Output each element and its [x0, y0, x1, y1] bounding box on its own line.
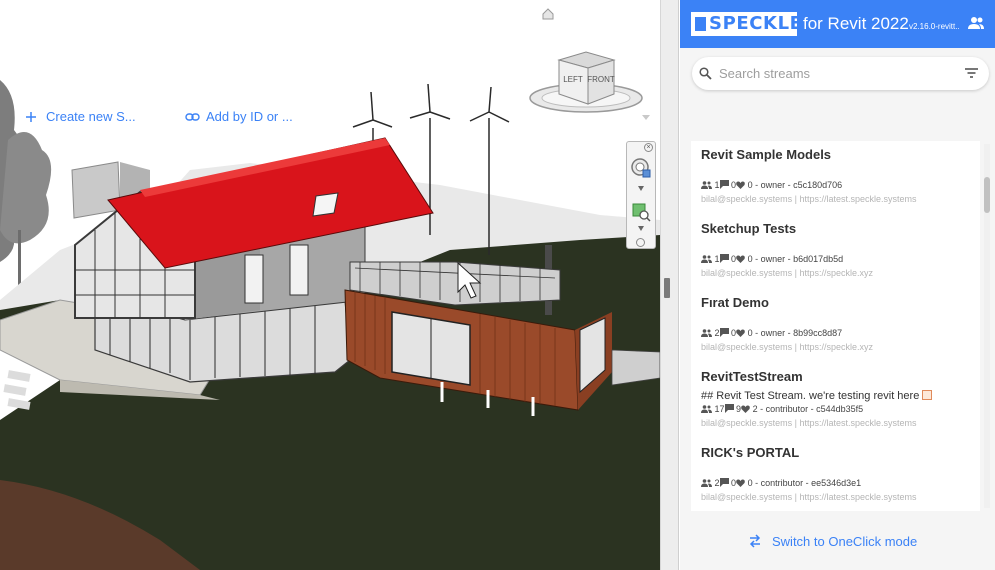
version-label: v2.16.0-revitt... [909, 22, 960, 31]
collaborators-icon [701, 405, 712, 413]
panel-header: SPECKLE for Revit 2022 v2.16.0-revitt... [680, 0, 995, 48]
stream-card[interactable]: RICK's PORTAL 2 0 0 - contributor - ee53… [691, 439, 980, 511]
zoom-region-icon[interactable] [631, 202, 651, 222]
comment-icon [719, 328, 729, 337]
comment-icon [719, 478, 729, 487]
chevron-down-icon[interactable] [638, 186, 644, 191]
add-stream-by-id-button[interactable]: Add by ID or ... [185, 108, 305, 126]
panel-title: for Revit 2022 [803, 14, 909, 33]
stream-name: Sketchup Tests [701, 221, 797, 236]
stream-meta: 2 0 0 - owner - 8b99cc8d87 [701, 327, 842, 339]
viewcube-front-label: FRONT [587, 75, 615, 84]
navbar-options-icon[interactable] [636, 238, 645, 247]
stream-id: c544db35f5 [816, 404, 864, 414]
create-stream-button[interactable]: Create new S... [25, 108, 145, 126]
stream-meta: 17 9 2 - contributor - c544db35f5 [701, 403, 863, 415]
collaborator-count: 17 [714, 404, 725, 414]
add-stream-label: Add by ID or ... [206, 109, 293, 124]
heart-icon [736, 479, 745, 487]
steering-wheel-icon[interactable] [630, 156, 652, 180]
stream-description: ## Revit Test Stream. we're testing revi… [701, 390, 933, 402]
scrollbar-thumb[interactable] [984, 177, 990, 213]
stream-name: Revit Sample Models [701, 147, 832, 162]
stream-account-server: bilal@speckle.systems | https://latest.s… [701, 418, 917, 428]
switch-to-oneclick-button[interactable]: Switch to OneClick mode [748, 532, 948, 552]
stream-role: owner [760, 254, 786, 264]
favorite-count: 2 [752, 404, 758, 414]
heart-icon [741, 405, 750, 413]
stream-meta: 1 0 0 - owner - c5c180d706 [701, 179, 842, 191]
viewcube-left-label: LEFT [563, 75, 583, 84]
stream-account-server: bilal@speckle.systems | https://latest.s… [701, 194, 917, 204]
heart-icon [736, 255, 745, 263]
viewcube[interactable]: LEFT FRONT [526, 50, 646, 125]
stream-card[interactable]: Sketchup Tests 1 0 0 - owner - b6d017db5… [691, 215, 980, 287]
plus-icon [26, 112, 36, 122]
stream-role: contributor [760, 478, 804, 488]
stream-id: b6d017db5d [793, 254, 844, 264]
stream-role: contributor [765, 404, 809, 414]
stream-role: owner [760, 328, 786, 338]
collaborators-icon [701, 479, 712, 487]
favorite-count: 0 [747, 254, 753, 264]
filter-icon[interactable] [965, 67, 978, 79]
favorite-count: 0 [747, 180, 753, 190]
navigation-bar: × [626, 141, 656, 249]
heart-icon [736, 181, 745, 189]
image-icon [922, 390, 933, 400]
stream-account-server: bilal@speckle.systems | https://speckle.… [701, 268, 874, 278]
stream-card[interactable]: Fırat Demo 2 0 0 - owner - 8b99cc8d87 bil… [691, 289, 980, 361]
comment-icon [719, 254, 729, 263]
stream-role: owner [760, 180, 786, 190]
account-group-icon[interactable] [968, 16, 984, 30]
heart-icon [736, 329, 745, 337]
speckle-logo-mark [695, 17, 706, 31]
link-icon [185, 113, 200, 121]
create-stream-label: Create new S... [46, 109, 136, 124]
revit-3d-viewport[interactable]: LEFT FRONT × [0, 0, 660, 570]
favorite-count: 0 [747, 478, 753, 488]
swap-icon [749, 534, 761, 548]
comment-icon [724, 404, 734, 413]
collaborators-icon [701, 329, 712, 337]
search-input[interactable] [719, 62, 949, 85]
stream-name: RICK's PORTAL [701, 445, 800, 460]
oneclick-label: Switch to OneClick mode [772, 534, 918, 549]
stream-card[interactable]: Revit Sample Models 1 0 0 - owner - c5c1… [691, 141, 980, 213]
stream-card[interactable]: RevitTestStream ## Revit Test Stream. we'… [691, 363, 980, 435]
stream-id: ee5346d3e1 [811, 478, 862, 488]
collaborators-icon [701, 255, 712, 263]
stream-name: Fırat Demo [701, 295, 769, 310]
stream-id: c5c180d706 [793, 180, 843, 190]
search-icon [699, 67, 712, 80]
stream-name: RevitTestStream [701, 369, 803, 384]
viewcube-menu-icon[interactable] [641, 113, 651, 121]
favorite-count: 0 [747, 328, 753, 338]
stream-meta: 1 0 0 - owner - b6d017db5d [701, 253, 843, 265]
comment-icon [719, 180, 729, 189]
splitter-grip[interactable] [664, 278, 670, 298]
speckle-logo: SPECKLE [691, 12, 802, 36]
speckle-logo-text: SPECKLE [709, 13, 803, 34]
navbar-close-icon[interactable]: × [644, 143, 653, 152]
collaborators-icon [701, 181, 712, 189]
stream-list[interactable]: Revit Sample Models 1 0 0 - owner - c5c1… [691, 141, 980, 511]
chevron-down-icon[interactable] [638, 226, 644, 231]
stream-account-server: bilal@speckle.systems | https://latest.s… [701, 492, 917, 502]
stream-id: 8b99cc8d87 [793, 328, 843, 338]
stream-account-server: bilal@speckle.systems | https://speckle.… [701, 342, 874, 352]
home-icon[interactable] [541, 7, 555, 21]
stream-meta: 2 0 0 - contributor - ee5346d3e1 [701, 477, 861, 489]
search-bar [692, 57, 989, 90]
